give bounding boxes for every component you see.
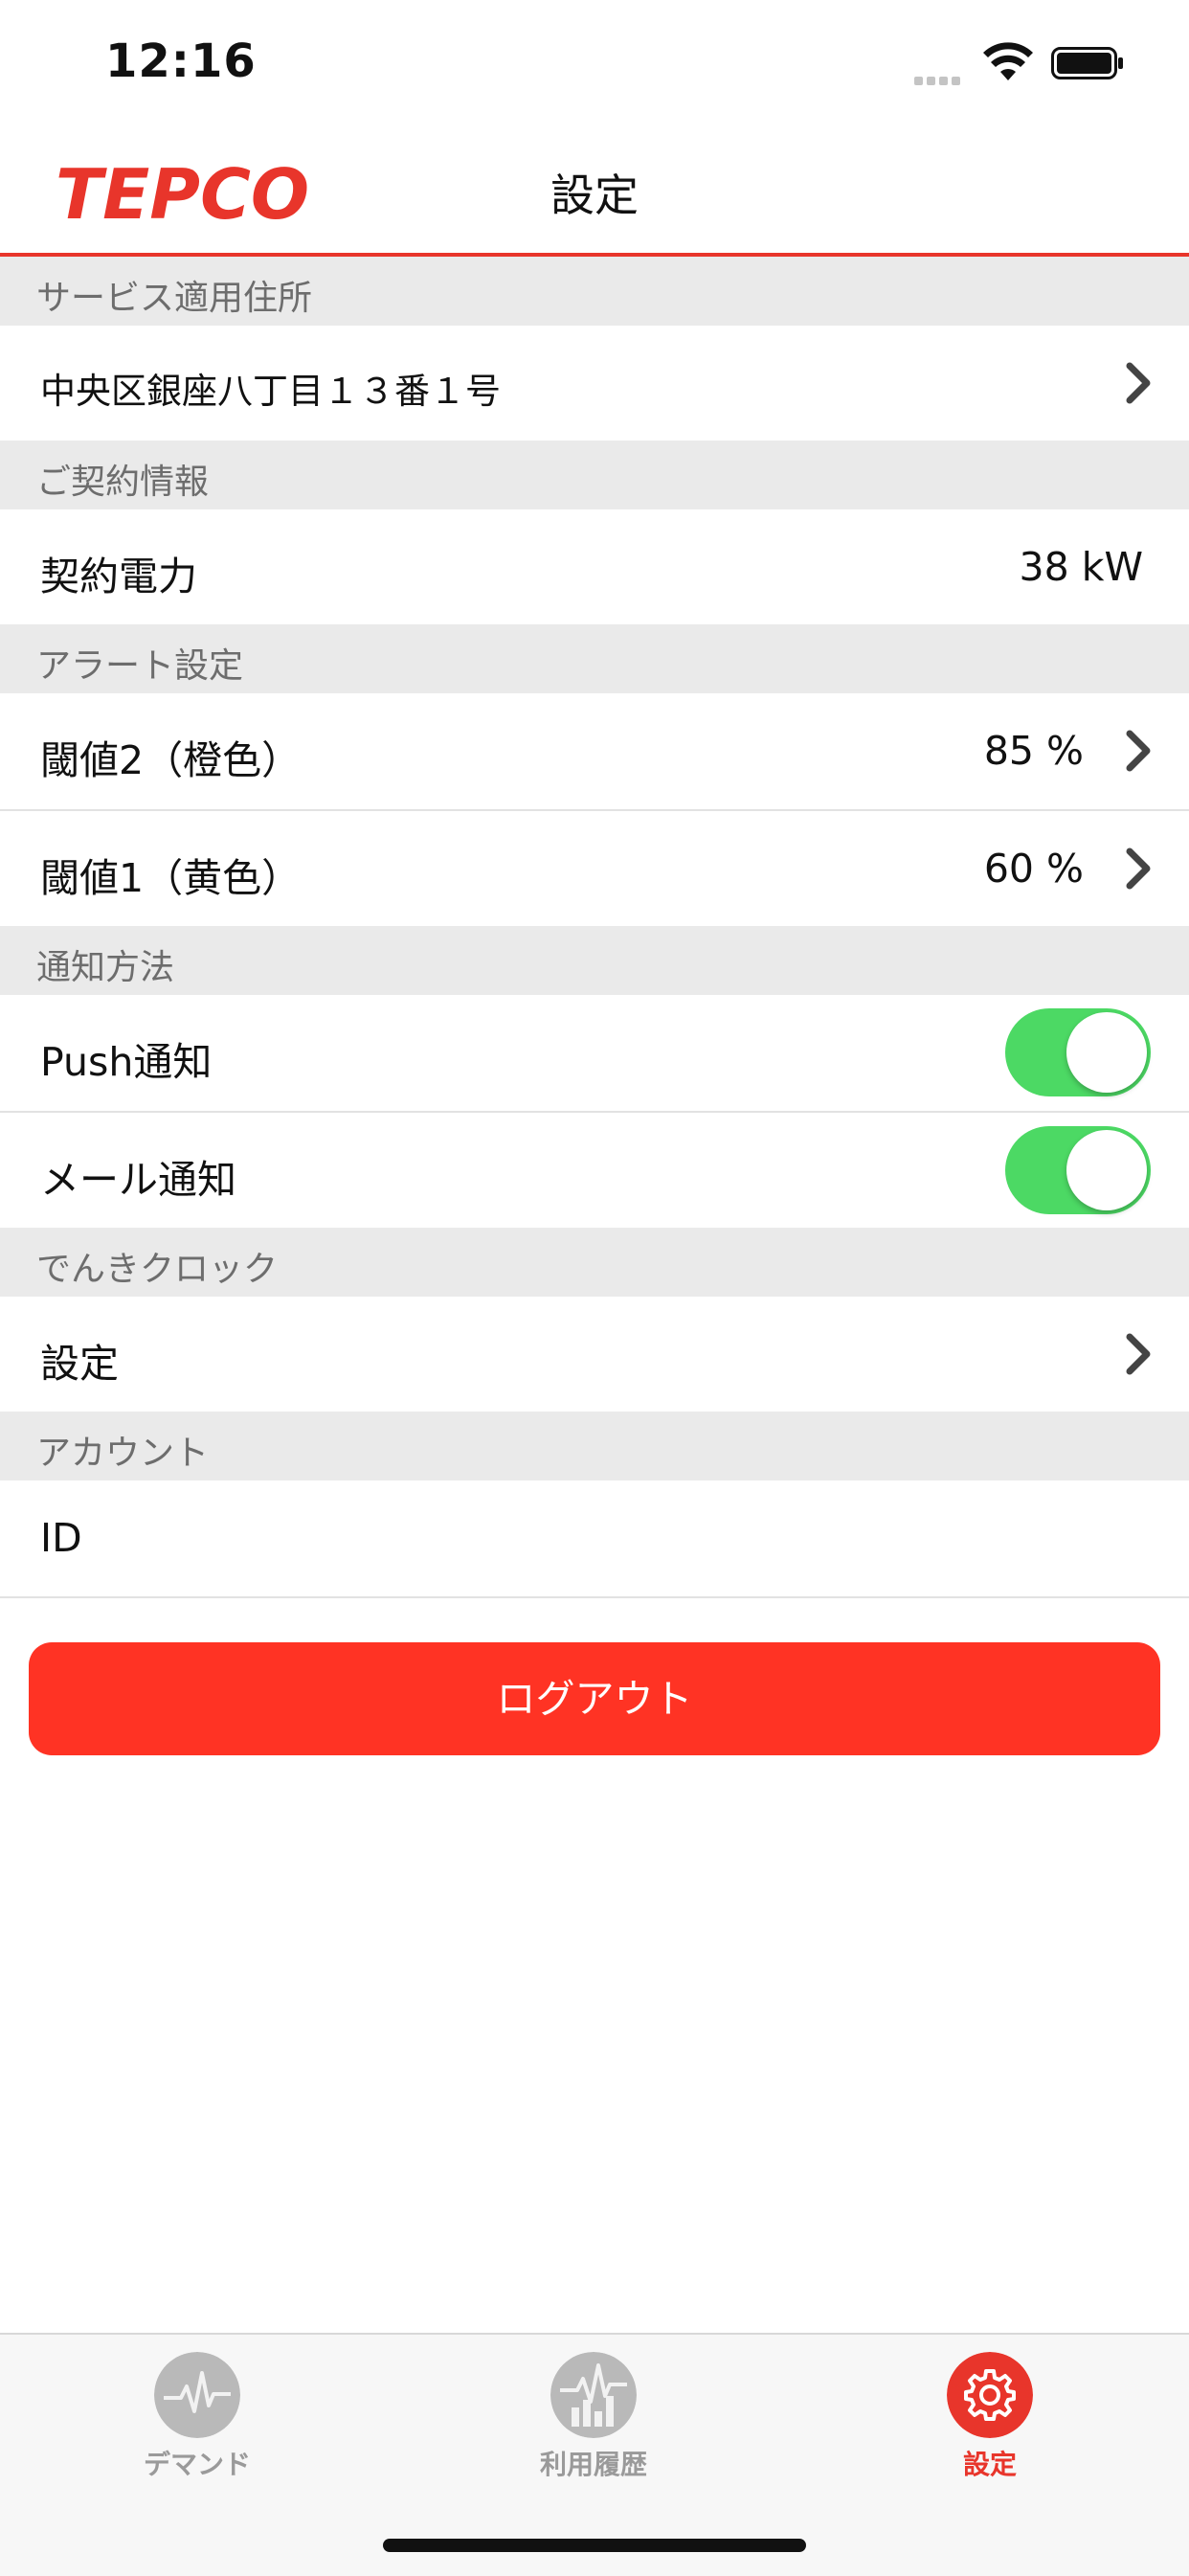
chevron-right-icon bbox=[1126, 362, 1151, 404]
threshold2-row[interactable]: 閾値2（橙色） 85 % bbox=[0, 693, 1189, 808]
status-bar: 12:16 bbox=[0, 0, 1189, 124]
row-divider bbox=[0, 1596, 1189, 1598]
section-header-contract: ご契約情報 bbox=[0, 441, 1189, 509]
chevron-right-icon bbox=[1126, 1333, 1151, 1375]
section-header-alert: アラート設定 bbox=[0, 624, 1189, 693]
logout-button[interactable]: ログアウト bbox=[29, 1642, 1160, 1755]
section-header-label: アラート設定 bbox=[36, 646, 244, 686]
section-header-label: 通知方法 bbox=[36, 948, 175, 987]
account-id-row: ID bbox=[0, 1480, 1189, 1595]
tab-label: 利用履歴 bbox=[539, 2449, 647, 2480]
section-header-label: サービス適用住所 bbox=[36, 279, 313, 318]
threshold1-row[interactable]: 閾値1（黄色） 60 % bbox=[0, 811, 1189, 926]
history-icon bbox=[550, 2352, 637, 2438]
address-row[interactable]: 中央区銀座八丁目１３番１号 bbox=[0, 326, 1189, 441]
section-header-label: でんきクロック bbox=[36, 1250, 279, 1289]
push-notification-label: Push通知 bbox=[40, 1039, 213, 1085]
tab-history[interactable]: 利用履歴 bbox=[488, 2348, 699, 2492]
navigation-bar: TEPCO 設定 bbox=[0, 124, 1189, 257]
section-header-notify: 通知方法 bbox=[0, 926, 1189, 995]
contract-power-value: 38 kW bbox=[1019, 544, 1144, 590]
push-notification-toggle[interactable] bbox=[1005, 1008, 1151, 1096]
contract-power-row: 契約電力 38 kW bbox=[0, 509, 1189, 624]
address-value: 中央区銀座八丁目１３番１号 bbox=[40, 371, 501, 412]
chevron-right-icon bbox=[1126, 847, 1151, 890]
threshold1-value: 60 % bbox=[983, 846, 1084, 892]
tab-demand[interactable]: デマンド bbox=[92, 2348, 303, 2492]
threshold1-label: 閾値1（黄色） bbox=[40, 855, 302, 901]
status-time: 12:16 bbox=[105, 34, 257, 88]
section-header-address: サービス適用住所 bbox=[0, 257, 1189, 326]
page-title: 設定 bbox=[550, 169, 639, 221]
contract-power-label: 契約電力 bbox=[40, 554, 197, 599]
home-indicator bbox=[383, 2539, 806, 2552]
push-notification-row: Push通知 bbox=[0, 995, 1189, 1110]
wifi-icon bbox=[983, 42, 1033, 80]
mail-notification-row: メール通知 bbox=[0, 1113, 1189, 1228]
battery-icon bbox=[1051, 47, 1123, 79]
clock-settings-label: 設定 bbox=[40, 1341, 119, 1387]
tab-settings[interactable]: 設定 bbox=[885, 2348, 1095, 2492]
section-header-label: ご契約情報 bbox=[36, 463, 210, 502]
mail-notification-label: メール通知 bbox=[40, 1157, 236, 1203]
section-header-account: アカウント bbox=[0, 1412, 1189, 1480]
toggle-knob bbox=[1066, 1012, 1147, 1093]
account-id-label: ID bbox=[40, 1515, 82, 1561]
mail-notification-toggle[interactable] bbox=[1005, 1126, 1151, 1214]
demand-icon bbox=[154, 2352, 240, 2438]
section-header-clock: でんきクロック bbox=[0, 1228, 1189, 1297]
clock-settings-row[interactable]: 設定 bbox=[0, 1297, 1189, 1412]
tab-label: デマンド bbox=[143, 2449, 251, 2480]
section-header-label: アカウント bbox=[36, 1434, 210, 1473]
gear-icon bbox=[947, 2352, 1033, 2438]
tab-label: 設定 bbox=[962, 2449, 1017, 2480]
threshold2-value: 85 % bbox=[983, 728, 1084, 774]
toggle-knob bbox=[1066, 1130, 1147, 1210]
cellular-signal-icon bbox=[914, 71, 964, 89]
threshold2-label: 閾値2（橙色） bbox=[40, 737, 302, 783]
chevron-right-icon bbox=[1126, 730, 1151, 772]
